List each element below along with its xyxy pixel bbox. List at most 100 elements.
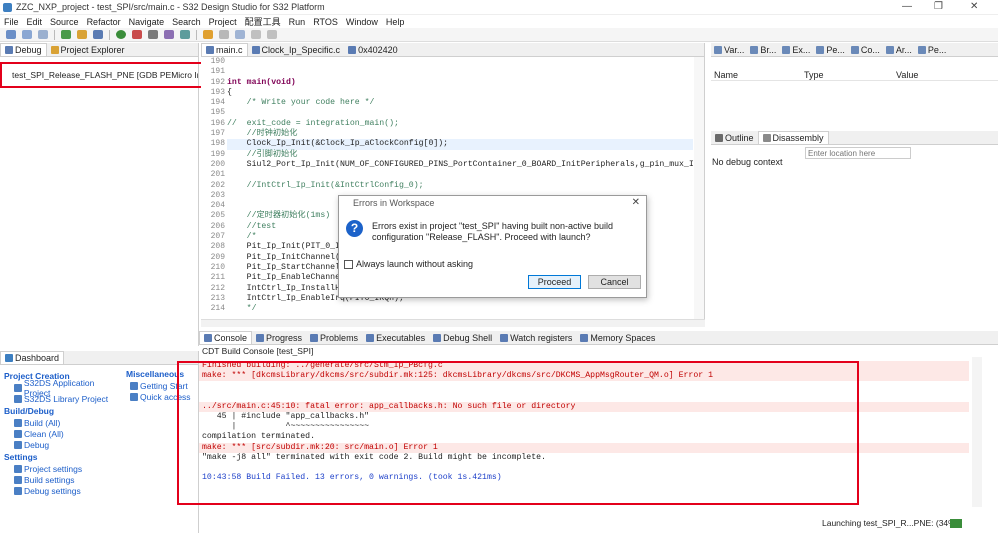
dialog-close-icon[interactable]: ✕ [632, 197, 640, 208]
menu-item[interactable]: 配置工具 [245, 15, 281, 28]
dashboard-link[interactable]: Debug [4, 439, 122, 450]
tab-console-view[interactable]: Console [199, 331, 253, 344]
column-type[interactable]: Type [804, 70, 896, 80]
dashboard-link[interactable]: Build (All) [4, 417, 122, 428]
tab-editor-file[interactable]: 0x402420 [344, 44, 402, 57]
no-debug-context-text: No debug context [712, 157, 783, 167]
dashboard-link[interactable]: S32DS Application Project [4, 378, 122, 398]
view-icon [917, 45, 926, 54]
view-icon [433, 334, 442, 342]
line-number: 206 [210, 221, 225, 231]
dashboard-link[interactable]: Clean (All) [4, 428, 122, 439]
always-launch-checkbox[interactable]: Always launch without asking [344, 259, 473, 269]
menu-item[interactable]: Edit [27, 17, 43, 27]
menu-item[interactable]: Search [172, 17, 201, 27]
run-icon[interactable] [116, 30, 126, 39]
search-icon[interactable] [219, 30, 229, 39]
tab-editor-file[interactable]: main.c [201, 43, 248, 56]
tab-view[interactable]: Ex... [779, 43, 813, 56]
back-icon[interactable] [251, 30, 261, 39]
stop-icon[interactable] [132, 30, 142, 39]
tab-console-view[interactable]: Watch registers [496, 332, 576, 345]
line-number: 197 [210, 129, 225, 139]
step-into-icon[interactable] [164, 30, 174, 39]
clean-icon[interactable] [77, 30, 87, 39]
external-tools-icon[interactable] [203, 30, 213, 39]
menu-item[interactable]: Navigate [129, 17, 165, 27]
tab-console-view[interactable]: Executables [362, 332, 429, 345]
tab-outline[interactable]: Outline [711, 132, 758, 145]
tab-project-explorer[interactable]: Project Explorer [47, 44, 129, 57]
menu-item[interactable]: RTOS [313, 17, 338, 27]
open-type-icon[interactable] [235, 30, 245, 39]
checkbox-box[interactable] [344, 259, 353, 269]
dashboard-link[interactable]: Project settings [4, 463, 122, 474]
disassembly-icon [762, 134, 771, 142]
dashboard-link[interactable]: Build settings [4, 474, 122, 485]
code-line: int main(void) [227, 77, 296, 87]
view-icon [750, 45, 759, 54]
close-icon[interactable]: ✕ [970, 1, 978, 12]
view-icon [885, 45, 894, 54]
line-number: 214 [210, 304, 225, 314]
column-name[interactable]: Name [711, 70, 804, 80]
progress-icon[interactable] [950, 519, 962, 528]
tab-debug[interactable]: Debug [0, 43, 47, 56]
file-icon [206, 46, 214, 54]
dashboard-icon [5, 354, 13, 362]
line-number-gutter: 190 191 192 193 194 195 196 197 198 199 200 201 202 2… [201, 57, 227, 319]
line-number: 208 [210, 242, 225, 252]
menu-item[interactable]: File [4, 17, 19, 27]
menu-item[interactable]: Run [289, 17, 306, 27]
tab-console-view[interactable]: Memory Spaces [576, 332, 659, 345]
tab-console-view[interactable]: Problems [306, 332, 362, 345]
line-number: 202 [210, 180, 225, 190]
debug-tabbar: Debug Project Explorer [0, 43, 198, 57]
menu-item[interactable]: Refactor [87, 17, 121, 27]
tab-view[interactable]: Var... [711, 43, 747, 56]
tab-disassembly[interactable]: Disassembly [757, 131, 829, 144]
minimize-icon[interactable]: — [902, 1, 912, 12]
tab-view[interactable]: Ar... [883, 43, 915, 56]
tab-editor-file[interactable]: Clock_Ip_Specific.c [248, 44, 345, 57]
editor-vertical-scrollbar[interactable] [694, 57, 704, 319]
menu-item[interactable]: Window [346, 17, 378, 27]
view-icon [500, 334, 509, 342]
address-input[interactable] [805, 147, 911, 159]
dialog-title: Errors in Workspace [353, 198, 435, 208]
menu-item[interactable]: Help [386, 17, 405, 27]
file-icon [251, 46, 260, 54]
console-scrollbar[interactable] [972, 357, 982, 507]
line-number: 195 [210, 108, 225, 118]
tab-view[interactable]: Pe... [813, 43, 848, 56]
forward-icon[interactable] [267, 30, 277, 39]
dashboard-link[interactable]: S32DS Library Project [4, 393, 122, 404]
dashboard-sections: Project Creation S32DS Application Projec… [4, 369, 122, 496]
step-return-icon[interactable] [180, 30, 190, 39]
menu-item[interactable]: Source [50, 17, 79, 27]
save-icon[interactable] [22, 30, 32, 39]
editor-horizontal-scrollbar[interactable] [201, 319, 705, 327]
tab-dashboard[interactable]: Dashboard [0, 351, 65, 364]
column-value[interactable]: Value [896, 70, 918, 80]
dashboard-link[interactable]: Debug settings [4, 485, 122, 496]
cancel-button[interactable]: Cancel [588, 275, 641, 289]
build-icon[interactable] [61, 30, 71, 39]
tab-console-view[interactable]: Progress [252, 332, 306, 345]
status-launch-text: Launching test_SPI_R...PNE: (34%) [822, 518, 959, 528]
debug-icon[interactable] [93, 30, 103, 39]
save-all-icon[interactable] [38, 30, 48, 39]
tab-view[interactable]: Pe... [915, 43, 950, 56]
console-tabbar: Console Progress Problems Executables Debug … [199, 331, 998, 345]
proceed-button[interactable]: Proceed [528, 275, 581, 289]
tab-console-view[interactable]: Debug Shell [429, 332, 496, 345]
link-icon [14, 440, 22, 449]
new-icon[interactable] [6, 30, 16, 39]
maximize-icon[interactable]: ❐ [934, 1, 943, 12]
step-over-icon[interactable] [148, 30, 158, 39]
tab-view[interactable]: Co... [848, 43, 883, 56]
tab-view[interactable]: Br... [747, 43, 779, 56]
menu-item[interactable]: Project [209, 17, 237, 27]
